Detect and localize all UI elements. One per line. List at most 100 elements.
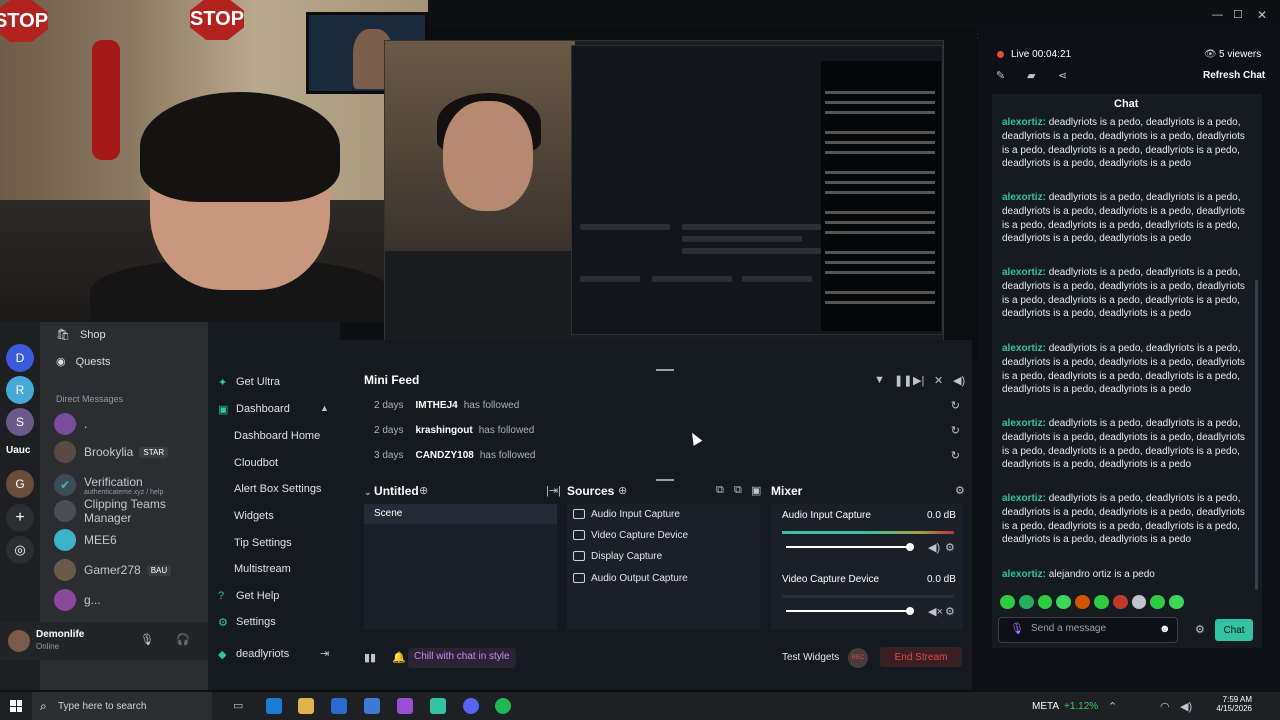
spotify-icon[interactable] <box>495 698 511 714</box>
chevron-up-icon[interactable]: ▲ <box>320 403 329 413</box>
source-icon-a[interactable]: ⧉ <box>716 484 724 497</box>
minimize-button[interactable]: — <box>1212 9 1223 21</box>
drag-handle[interactable] <box>656 479 674 481</box>
dm-item[interactable]: Clipping Teams Manager <box>54 497 208 525</box>
slider-knob[interactable] <box>906 607 914 615</box>
headphones-icon[interactable]: 🎧 <box>176 633 190 646</box>
nav-alert-box-settings[interactable]: Alert Box Settings <box>234 477 321 501</box>
notification-icon[interactable]: 🔔 <box>392 651 406 664</box>
chat-scrollbar[interactable] <box>1255 280 1258 590</box>
folder-icon[interactable] <box>298 698 314 714</box>
dm-item[interactable]: . <box>54 410 208 438</box>
nav-dashboard[interactable]: ▣ Dashboard <box>218 397 290 421</box>
emote-icon[interactable] <box>1018 595 1034 609</box>
add-server-icon[interactable]: + <box>6 504 34 532</box>
test-widgets-button[interactable]: Test Widgets <box>782 652 839 663</box>
sidebar-item-shop[interactable]: 🛍 Shop <box>56 328 106 342</box>
folder-icon[interactable]: ▰ <box>1027 69 1035 82</box>
nav-account[interactable]: ◆ deadlyriots <box>218 642 289 666</box>
dm-item[interactable]: ✔ Verification authenticateme.xyz / help <box>54 470 208 500</box>
scene-item[interactable]: Scene <box>364 504 557 524</box>
nav-tip-settings[interactable]: Tip Settings <box>234 531 292 555</box>
add-scene-icon[interactable]: ⊕ <box>419 484 428 497</box>
server-icon[interactable]: R <box>6 376 34 404</box>
share-icon[interactable]: ⋖ <box>1058 69 1067 82</box>
discord-icon[interactable] <box>463 698 479 714</box>
stats-icon[interactable]: ▮▮ <box>364 651 376 664</box>
logout-icon[interactable]: ⇥ <box>320 647 329 660</box>
start-button[interactable] <box>10 700 22 712</box>
dm-item[interactable]: Gamer278 BAU <box>54 556 208 584</box>
emote-icon[interactable] <box>1075 595 1090 609</box>
server-icon[interactable]: S <box>6 408 34 436</box>
replay-icon[interactable]: ↻ <box>951 449 960 462</box>
speaker-muted-icon[interactable]: ◀× <box>928 605 943 618</box>
streamlabs-icon[interactable] <box>430 698 446 714</box>
server-icon[interactable]: D <box>6 344 34 372</box>
gear-icon[interactable]: ⚙ <box>945 541 955 554</box>
task-view-icon[interactable]: ▭ <box>233 699 243 712</box>
volume-icon[interactable]: ◀) <box>1180 700 1192 713</box>
nav-widgets[interactable]: Widgets <box>234 504 274 528</box>
gear-icon[interactable]: ⚙ <box>955 484 965 497</box>
volume-slider[interactable] <box>786 610 912 612</box>
replay-icon[interactable]: ↻ <box>951 399 960 412</box>
replay-icon[interactable]: ↻ <box>951 424 960 437</box>
store-icon[interactable] <box>331 698 347 714</box>
emote-icon[interactable] <box>1112 595 1128 609</box>
emote-icon[interactable] <box>1169 595 1184 609</box>
source-item[interactable]: Video Capture Device <box>573 525 688 545</box>
sidebar-item-quests[interactable]: ◉ Quests <box>56 355 110 369</box>
emoji-icon[interactable]: ☻ <box>1159 623 1171 635</box>
scene-transition-icon[interactable]: |⇥| <box>546 484 561 497</box>
source-item[interactable]: Audio Output Capture <box>573 568 688 588</box>
wifi-icon[interactable]: ◠ <box>1160 700 1170 713</box>
maximize-button[interactable]: ☐ <box>1233 8 1243 21</box>
feed-user[interactable]: CANDZY108 <box>415 450 473 461</box>
dm-item[interactable]: g... <box>54 586 208 614</box>
nav-multistream[interactable]: Multistream <box>234 557 291 581</box>
drag-handle[interactable] <box>656 369 674 371</box>
slider-knob[interactable] <box>906 543 914 551</box>
speaker-icon[interactable]: ◀) <box>928 541 940 554</box>
nav-get-ultra[interactable]: ✦ Get Ultra <box>218 370 280 394</box>
rec-button[interactable]: REC <box>848 648 868 668</box>
microphone-icon[interactable]: 🎙 <box>1010 622 1024 635</box>
nav-dashboard-home[interactable]: Dashboard Home <box>234 424 320 448</box>
edit-icon[interactable]: ✎ <box>996 69 1005 82</box>
emote-icon[interactable] <box>1093 595 1109 609</box>
chevron-up-icon[interactable]: ⌃ <box>1108 700 1117 713</box>
source-icon-b[interactable]: ⧉ <box>734 484 742 497</box>
skip-icon[interactable]: ▶| <box>913 374 924 387</box>
volume-slider[interactable] <box>786 546 912 548</box>
stock-ticker[interactable]: META <box>1032 701 1059 712</box>
style-banner[interactable]: Chill with chat in style <box>408 648 516 668</box>
dm-item[interactable]: Brookylia STAR <box>54 438 208 466</box>
server-icon[interactable]: G <box>6 470 34 498</box>
emote-icon[interactable] <box>1037 595 1053 609</box>
feed-user[interactable]: krashingout <box>415 425 472 436</box>
emote-icon[interactable] <box>1000 595 1015 609</box>
filter-icon[interactable]: ▼ <box>874 374 885 386</box>
close-button[interactable]: ✕ <box>1257 8 1267 22</box>
clock[interactable]: 7:59 AM 4/15/2026 <box>1208 695 1252 713</box>
chat-send-button[interactable]: Chat <box>1215 619 1253 641</box>
nav-settings[interactable]: ⚙ Settings <box>218 610 276 634</box>
edge-icon[interactable] <box>266 698 282 714</box>
emote-icon[interactable] <box>1056 595 1072 609</box>
app-icon[interactable] <box>364 698 380 714</box>
end-stream-button[interactable]: End Stream <box>880 647 962 667</box>
emote-icon[interactable] <box>1150 595 1166 609</box>
gear-icon[interactable]: ⚙ <box>1195 623 1205 636</box>
source-icon-c[interactable]: ▣ <box>751 484 761 497</box>
gear-icon[interactable]: ⚙ <box>945 605 955 618</box>
dm-item[interactable]: MEE6 <box>54 526 208 554</box>
nav-cloudbot[interactable]: Cloudbot <box>234 451 278 475</box>
microphone-icon[interactable]: 🎙 <box>140 633 154 646</box>
add-source-icon[interactable]: ⊕ <box>618 484 627 497</box>
emote-icon[interactable] <box>1131 595 1147 609</box>
explore-icon[interactable]: ◎ <box>6 536 34 564</box>
app-icon[interactable] <box>397 698 413 714</box>
source-item[interactable]: Audio Input Capture <box>573 504 680 524</box>
refresh-chat-button[interactable]: Refresh Chat <box>1203 70 1265 81</box>
